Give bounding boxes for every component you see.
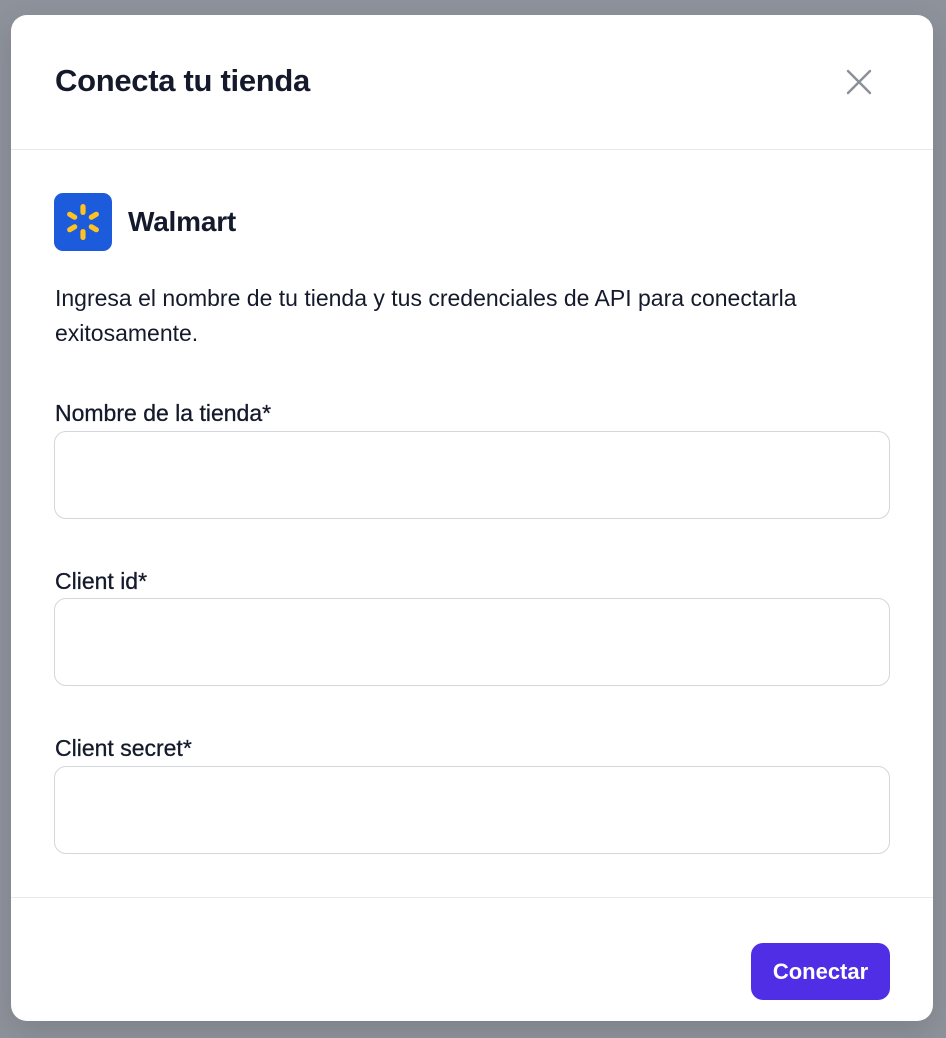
store-brand: Walmart [54,193,236,251]
client-secret-label: Client secret* [55,735,192,761]
connect-store-modal: Conecta tu tienda Walmart Ingresa el nom… [11,15,933,1021]
walmart-logo [54,193,112,251]
client-id-input[interactable] [54,598,890,686]
instructions-text: Ingresa el nombre de tu tienda y tus cre… [55,285,797,346]
walmart-spark-icon [67,204,99,240]
store-name-label: Nombre de la tienda* [55,400,272,426]
modal-header: Conecta tu tienda [11,15,933,150]
modal-footer: Conectar [11,897,933,1021]
store-name: Walmart [128,206,237,237]
client-secret-input[interactable] [54,766,890,854]
close-button[interactable] [843,66,875,98]
modal-title: Conecta tu tienda [55,63,310,98]
close-icon [846,69,872,95]
store-name-input[interactable] [54,431,890,519]
connect-button[interactable]: Conectar [751,943,890,1000]
client-id-label: Client id* [55,568,148,594]
